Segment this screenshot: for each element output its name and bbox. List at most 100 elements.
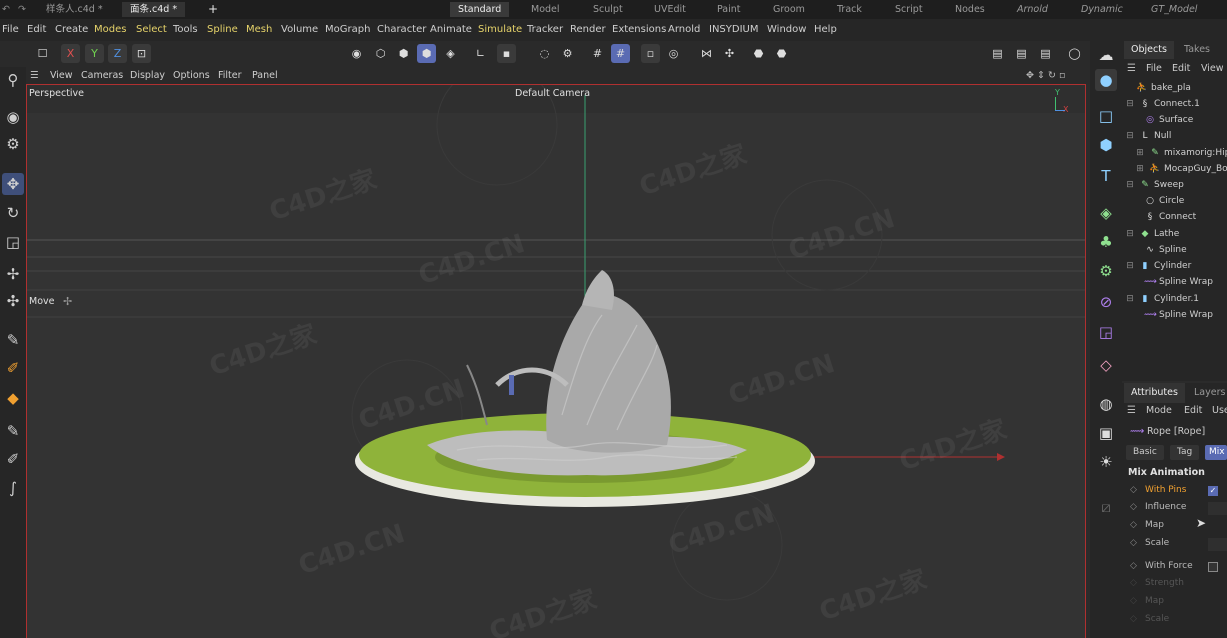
move-axis-icon[interactable]: ✢ [2,263,24,285]
viewport-menu-cameras[interactable]: Cameras [81,68,123,83]
search-icon[interactable]: ◯ [1065,44,1084,63]
render-settings-icon[interactable]: ▤ [1036,44,1055,63]
x-axis-toggle[interactable]: X [61,44,80,63]
expand-icon[interactable]: ⊟ [1124,226,1136,242]
expand-icon[interactable]: ⊟ [1124,128,1136,144]
viewport-camera-label[interactable]: Default Camera [515,88,590,99]
menu-volume[interactable]: Volume [281,23,318,37]
objects-menu-view[interactable]: View [1201,61,1224,77]
object-row[interactable]: § Connect [1144,209,1196,225]
menu-create[interactable]: Create [55,23,88,37]
keyframe-diamond-icon[interactable]: ◇ [1130,517,1140,533]
transform-tool-icon[interactable]: ✣ [2,290,24,312]
z-axis-toggle[interactable]: Z [108,44,127,63]
param-map[interactable]: ◇ Map [1130,517,1164,533]
layout-sculpt[interactable]: Sculpt [593,2,623,17]
live-select-icon[interactable]: ⚙ [2,133,24,155]
lock-icon[interactable]: ▫ [641,44,660,63]
layout-nodes[interactable]: Nodes [955,2,985,17]
object-row[interactable]: ◎ Surface [1144,112,1193,128]
layout-paint[interactable]: Paint [717,2,741,17]
add-tab-button[interactable]: + [208,2,218,17]
coord-system-icon[interactable]: ⊡ [132,44,151,63]
cube-tool-icon[interactable]: ◆ [2,387,24,409]
menu-insydium[interactable]: INSYDIUM [709,23,758,37]
viewport-menu-filter[interactable]: Filter [218,68,242,83]
keyframe-diamond-icon[interactable]: ◇ [1130,535,1140,551]
objects-menu-edit[interactable]: Edit [1172,61,1190,77]
spline-object-icon[interactable]: ● [1095,69,1117,91]
viewport-menu-display[interactable]: Display [130,68,165,83]
with-force-checkbox[interactable] [1208,562,1218,572]
object-row[interactable]: ⊟ L Null [1124,128,1171,144]
param-with-force[interactable]: ◇ With Force [1130,558,1193,574]
layout-groom[interactable]: Groom [773,2,805,17]
generator-icon[interactable]: ◈ [1095,202,1117,224]
subtab-basic[interactable]: Basic [1126,445,1164,460]
layout-arnold[interactable]: Arnold [1017,2,1048,17]
viewport-menu-panel[interactable]: Panel [252,68,278,83]
object-row[interactable]: ∿ Spline [1144,242,1186,258]
uv-mode-icon[interactable]: ◈ [441,44,460,63]
3d-viewport[interactable]: C4D之家 C4D.CN C4D之家 C4D.CN C4D之家 C4D.CN C… [26,84,1086,638]
attributes-menu-use[interactable]: Use [1212,403,1227,419]
file-tab-1[interactable]: 样条人.c4d * [46,2,103,17]
subtab-tag[interactable]: Tag [1170,445,1200,460]
settings-gear-icon[interactable]: ⚙ [558,44,577,63]
layout-uvedit[interactable]: UVEdit [654,2,686,17]
subtab-mix[interactable]: Mix [1205,445,1227,460]
modeling-settings-icon[interactable]: ✣ [720,44,739,63]
expand-icon[interactable]: ⊞ [1134,161,1146,177]
weld-icon[interactable]: ◌ [535,44,554,63]
menu-edit[interactable]: Edit [27,23,46,37]
keyframe-diamond-icon[interactable]: ◇ [1130,499,1140,515]
y-axis-toggle[interactable]: Y [85,44,104,63]
menu-extensions[interactable]: Extensions [612,23,666,37]
rotate-tool-icon[interactable]: ↻ [2,202,24,224]
viewport-hamburger-icon[interactable]: ☰ [30,68,39,83]
layout-model[interactable]: Model [531,2,560,17]
select-tool-icon[interactable]: ◉ [2,106,24,128]
points-mode-icon[interactable]: ⬡ [371,44,390,63]
expand-icon[interactable]: ⊟ [1124,291,1136,307]
camera-icon[interactable]: ▣ [1095,422,1117,444]
render-picture-viewer-icon[interactable]: ▤ [1012,44,1031,63]
menu-tracker[interactable]: Tracker [527,23,563,37]
attributes-menu-mode[interactable]: Mode [1146,403,1172,419]
tab-attributes[interactable]: Attributes [1124,383,1185,403]
pen-tool-icon[interactable]: ✎ [2,329,24,351]
menu-animate[interactable]: Animate [430,23,472,37]
object-row[interactable]: ⊟ ✎ Sweep [1124,177,1184,193]
cloner-icon[interactable]: ♣ [1095,231,1117,253]
redo-icon[interactable]: ↷ [18,2,26,17]
object-row[interactable]: ⟿ Spline Wrap [1144,307,1213,323]
objects-hamburger-icon[interactable]: ☰ [1127,61,1136,77]
scale-tool-icon[interactable]: ◲ [2,231,24,253]
expand-icon[interactable]: ⊞ [1134,145,1146,161]
viewport-nav-icons[interactable]: ✥ ⇕ ↻ ▫ [1026,68,1065,83]
model-mode-icon[interactable]: ◉ [347,44,366,63]
viewport-menu-options[interactable]: Options [173,68,210,83]
brush-tool-icon[interactable]: ✎ [2,420,24,442]
object-row[interactable]: ○ Circle [1144,193,1184,209]
polygons-mode-icon[interactable]: ⬢ [417,44,436,63]
menu-file[interactable]: File [2,23,19,37]
paint-tool-icon[interactable]: ✐ [2,448,24,470]
with-pins-checkbox[interactable]: ✓ [1208,486,1218,496]
menu-spline[interactable]: Spline [207,23,238,37]
layout-track[interactable]: Track [837,2,862,17]
hexagon-icon[interactable]: ⬣ [749,44,768,63]
axis-mode-icon[interactable]: ∟ [471,44,490,63]
cloud-icon[interactable]: ☁ [1095,44,1117,66]
objects-menu-file[interactable]: File [1146,61,1162,77]
param-influence[interactable]: ◇ Influence [1130,499,1186,515]
menu-modes[interactable]: Modes [94,23,126,37]
menu-mograph[interactable]: MoGraph [325,23,370,37]
tab-objects[interactable]: Objects [1124,41,1174,59]
object-row[interactable]: ⊟ ▮ Cylinder.1 [1124,291,1199,307]
object-row[interactable]: ⛹ bake_pla [1136,80,1191,96]
undo-icon[interactable]: ↶ [2,2,10,17]
param-scale[interactable]: ◇ Scale [1130,535,1169,551]
menu-select[interactable]: Select [136,23,167,37]
object-row[interactable]: ⊟ ◆ Lathe [1124,226,1179,242]
